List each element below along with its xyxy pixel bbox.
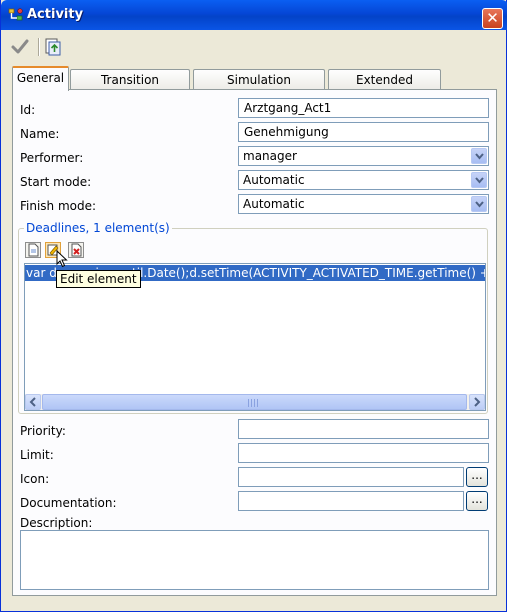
activity-dialog: Activity ✕ General Transition restrictio… [0, 0, 507, 612]
horizontal-scrollbar[interactable] [25, 394, 485, 410]
finish-mode-value: Automatic [243, 197, 305, 211]
description-label: Description: [20, 516, 93, 530]
tab-transition-restriction[interactable]: Transition restriction [70, 69, 190, 107]
limit-field[interactable] [238, 443, 489, 463]
toolbar [5, 34, 504, 60]
scrollbar-thumb[interactable] [42, 394, 467, 410]
grip-icon [248, 399, 258, 407]
chevron-right-icon [474, 397, 481, 407]
icon-field[interactable] [238, 467, 464, 487]
delete-element-button[interactable] [68, 242, 84, 258]
toolbar-separator [38, 38, 40, 56]
reference-icon [45, 38, 61, 56]
deadlines-title: Deadlines, 1 element(s) [24, 221, 172, 235]
chevron-left-icon [29, 397, 36, 407]
limit-label: Limit: [20, 448, 54, 462]
start-mode-select[interactable]: Automatic [238, 170, 489, 190]
tab-general[interactable]: General [12, 66, 69, 91]
description-textarea[interactable] [20, 530, 489, 590]
chevron-down-icon[interactable] [471, 172, 487, 188]
checkmark-icon [11, 39, 29, 54]
new-element-button[interactable] [25, 242, 41, 258]
performer-select[interactable]: manager [238, 146, 489, 166]
documentation-field[interactable] [238, 491, 464, 511]
priority-label: Priority: [20, 424, 66, 438]
title-bar[interactable]: Activity ✕ [1, 0, 507, 30]
chevron-down-icon[interactable] [471, 196, 487, 212]
priority-field[interactable] [238, 419, 489, 439]
window-title: Activity [27, 7, 84, 22]
name-field[interactable]: Genehmigung [238, 122, 489, 142]
close-button[interactable]: ✕ [482, 8, 503, 29]
id-label: Id: [20, 103, 36, 117]
scroll-left-button[interactable] [25, 394, 41, 410]
new-element-icon [28, 243, 39, 257]
mouse-cursor-icon [56, 250, 68, 268]
icon-browse-button[interactable]: ... [466, 467, 488, 487]
references-button[interactable] [42, 36, 64, 58]
activity-icon [8, 8, 23, 21]
start-mode-value: Automatic [243, 173, 305, 187]
performer-label: Performer: [20, 151, 84, 165]
finish-mode-label: Finish mode: [20, 199, 97, 213]
performer-value: manager [243, 149, 297, 163]
documentation-browse-button[interactable]: ... [466, 491, 488, 511]
tab-strip: General Transition restriction Simulatio… [12, 66, 492, 107]
start-mode-label: Start mode: [20, 175, 92, 189]
tab-simulation-information[interactable]: Simulation information [193, 69, 325, 107]
tab-extended-attributes[interactable]: Extended attributes [328, 69, 441, 107]
delete-element-icon [71, 243, 82, 257]
id-field[interactable]: Arztgang_Act1 [238, 98, 489, 118]
edit-element-tooltip: Edit element [56, 270, 141, 288]
name-label: Name: [20, 127, 60, 141]
scroll-right-button[interactable] [469, 394, 485, 410]
apply-button[interactable] [9, 36, 31, 58]
icon-label: Icon: [20, 472, 50, 486]
finish-mode-select[interactable]: Automatic [238, 194, 489, 214]
documentation-label: Documentation: [20, 496, 117, 510]
chevron-down-icon[interactable] [471, 148, 487, 164]
